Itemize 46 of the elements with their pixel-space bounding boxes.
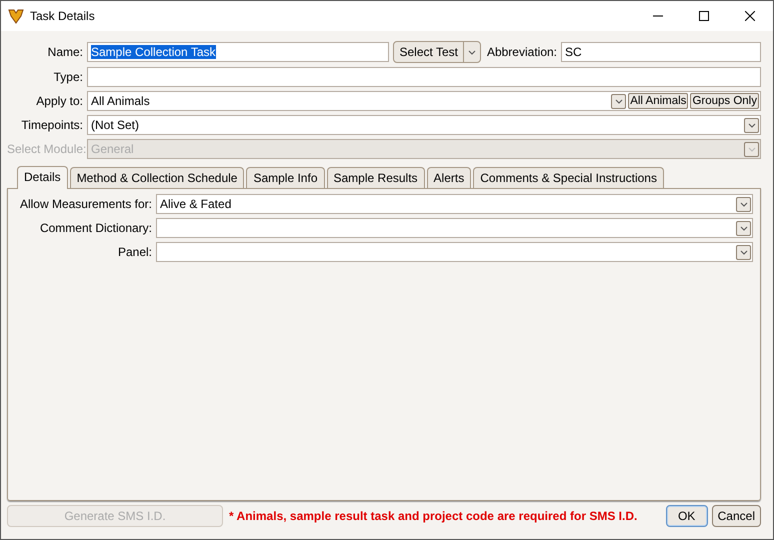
dropdown-button[interactable] [736,244,751,260]
field-label: Name: [46,45,83,59]
maximize-icon[interactable] [699,11,709,21]
field-label: Abbreviation: [486,45,557,59]
field-label: Panel: [116,245,152,259]
select-test-button[interactable]: Select Test [393,41,481,63]
chevron-down-icon [748,146,756,152]
tab[interactable]: Sample Results [326,167,425,188]
apply-to-button[interactable]: All Animals [628,93,688,109]
dropdown-button[interactable] [736,220,751,236]
dropdown-field[interactable]: Alive & Fated [156,194,753,214]
tab[interactable]: Comments & Special Instructions [473,167,664,188]
dropdown-button[interactable] [744,142,759,156]
field-label: Comment Dictionary: [38,221,152,235]
apply-to-dropdown[interactable]: All Animals All Animals Groups Only [87,91,761,111]
dropdown-field[interactable] [156,242,753,262]
chevron-down-icon [748,122,756,128]
cancel-button[interactable]: Cancel [712,505,761,527]
dropdown-button[interactable] [736,196,751,212]
chevron-down-icon [468,50,476,54]
ok-button[interactable]: OK [666,505,708,527]
field-label: Type: [52,70,83,84]
field-label: Apply to: [35,94,83,108]
apply-to-button[interactable]: Groups Only [690,93,759,109]
field-label: Select Module: [7,142,83,156]
field-label: Allow Measurements for: [18,197,152,211]
tab[interactable]: Details [17,166,68,189]
tab[interactable]: Method & Collection Schedule [70,167,244,188]
abbreviation-field[interactable]: SC [561,42,761,62]
chevron-down-icon [614,98,623,104]
chevron-down-icon [740,202,748,206]
type-field[interactable] [87,67,761,87]
requirement-note: * Animals, sample result task and project code are required for SMS I.D. [229,509,638,523]
close-icon[interactable] [745,11,755,21]
app-logo-icon [8,8,24,24]
dropdown-field[interactable] [156,218,753,238]
window-title: Task Details [30,9,95,23]
field-label: Timepoints: [20,118,83,132]
chevron-down-icon [740,250,748,254]
dropdown-button[interactable] [611,94,626,108]
chevron-down-icon [740,226,748,230]
dropdown-button[interactable] [744,118,759,132]
tab[interactable]: Alerts [426,167,472,188]
name-field[interactable]: Sample Collection Task [87,42,390,62]
timepoints-dropdown[interactable]: (Not Set) [87,115,761,135]
tab[interactable]: Sample Info [246,167,324,188]
